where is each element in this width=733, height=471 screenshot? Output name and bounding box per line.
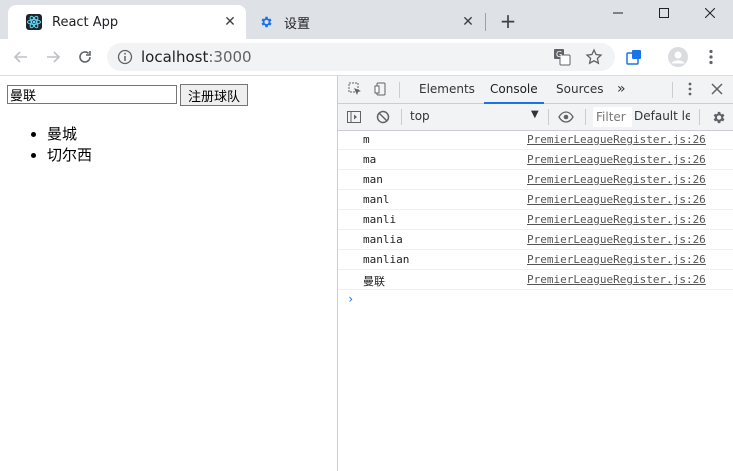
address-bar[interactable]: localhost:3000 G — [107, 43, 615, 71]
log-row: man PremierLeagueRegister.js:26 — [338, 170, 733, 190]
close-window-button[interactable] — [687, 0, 733, 26]
forward-button[interactable] — [42, 46, 64, 68]
toolbar-divider — [585, 109, 586, 125]
new-tab-button[interactable]: + — [497, 10, 519, 32]
more-tabs-button[interactable]: » — [617, 76, 626, 103]
tab-settings[interactable]: 设置 ✕ — [246, 5, 484, 39]
svg-text:G: G — [556, 50, 562, 59]
log-source-link[interactable]: PremierLeagueRegister.js:26 — [527, 153, 706, 166]
log-source-link[interactable]: PremierLeagueRegister.js:26 — [527, 173, 706, 186]
tab-title: 设置 — [284, 16, 311, 32]
log-row: 曼联 PremierLeagueRegister.js:26 — [338, 270, 733, 290]
log-message: manl — [363, 193, 390, 206]
url-host: localhost — [141, 48, 209, 66]
close-icon[interactable]: ✕ — [222, 14, 238, 30]
tab-sources[interactable]: Sources — [556, 76, 603, 103]
tab-elements[interactable]: Elements — [419, 76, 475, 103]
console-toolbar: top ▼ Filter Default lev — [338, 104, 733, 131]
log-message: 曼联 — [363, 275, 385, 288]
toolbar-divider — [401, 109, 402, 125]
tab-react-app[interactable]: React App ✕ — [8, 5, 246, 39]
clear-console-icon[interactable] — [375, 109, 391, 125]
toolbar-divider — [399, 82, 400, 98]
chevron-down-icon[interactable]: ▼ — [531, 109, 539, 120]
log-message: ma — [363, 153, 377, 166]
inspect-element-icon[interactable] — [347, 81, 363, 97]
browser-toolbar: localhost:3000 G — [0, 39, 733, 76]
devtools-tab-bar: Elements Console Sources » — [338, 76, 733, 104]
url-text: localhost:3000 — [141, 48, 252, 66]
tab-strip: React App ✕ 设置 ✕ + — [0, 0, 733, 39]
close-devtools-icon[interactable] — [709, 81, 725, 97]
translate-icon[interactable]: G — [553, 48, 571, 70]
log-row: manlian PremierLeagueRegister.js:26 — [338, 250, 733, 270]
tab-console[interactable]: Console — [484, 76, 544, 104]
tab-divider — [485, 13, 486, 31]
list-item: 曼城 — [47, 124, 92, 145]
log-row: ma PremierLeagueRegister.js:26 — [338, 150, 733, 170]
context-selector[interactable]: top — [410, 109, 430, 123]
register-team-button[interactable]: 注册球队 — [180, 84, 248, 106]
reload-button[interactable] — [74, 46, 96, 68]
team-list: 曼城 切尔西 — [0, 124, 92, 166]
device-toolbar-icon[interactable] — [373, 81, 389, 97]
log-row: manlia PremierLeagueRegister.js:26 — [338, 230, 733, 250]
maximize-button[interactable] — [641, 0, 687, 26]
log-message: manlian — [363, 253, 410, 266]
log-levels-selector[interactable]: Default lev — [634, 109, 690, 123]
log-source-link[interactable]: PremierLeagueRegister.js:26 — [527, 193, 706, 206]
bookmark-star-icon[interactable] — [585, 48, 603, 70]
log-message: manlia — [363, 233, 403, 246]
log-message: m — [363, 133, 370, 146]
log-source-link[interactable]: PremierLeagueRegister.js:26 — [527, 273, 706, 286]
log-source-link[interactable]: PremierLeagueRegister.js:26 — [527, 133, 706, 146]
log-source-link[interactable]: PremierLeagueRegister.js:26 — [527, 233, 706, 246]
log-message: man — [363, 173, 383, 186]
list-item: 切尔西 — [47, 145, 92, 166]
log-source-link[interactable]: PremierLeagueRegister.js:26 — [527, 213, 706, 226]
toolbar-divider — [699, 109, 700, 125]
log-message: manli — [363, 213, 397, 226]
url-port: :3000 — [208, 48, 252, 66]
info-icon[interactable] — [117, 49, 133, 65]
extension-icon[interactable] — [623, 46, 645, 68]
gear-icon — [258, 14, 274, 30]
sidebar-toggle-icon[interactable] — [346, 109, 362, 125]
tab-title: React App — [52, 14, 119, 30]
toolbar-divider — [672, 82, 673, 98]
console-log: m PremierLeagueRegister.js:26 ma PremierLe… — [338, 130, 733, 290]
close-icon[interactable]: ✕ — [460, 14, 476, 30]
log-source-link[interactable]: PremierLeagueRegister.js:26 — [527, 253, 706, 266]
gear-icon[interactable] — [710, 109, 726, 125]
devtools-menu-icon[interactable] — [682, 81, 698, 97]
menu-kebab-icon[interactable] — [700, 46, 722, 68]
log-row: manl PremierLeagueRegister.js:26 — [338, 190, 733, 210]
react-icon — [26, 14, 42, 30]
eye-icon[interactable] — [558, 109, 574, 125]
profile-avatar-icon[interactable] — [667, 46, 689, 68]
toolbar-divider — [548, 109, 549, 125]
minimize-button[interactable] — [595, 0, 641, 26]
devtools-panel: Elements Console Sources » top ▼ Filter … — [337, 76, 733, 471]
filter-input[interactable]: Filter — [593, 107, 632, 127]
log-row: m PremierLeagueRegister.js:26 — [338, 130, 733, 150]
console-prompt[interactable]: › — [347, 292, 354, 306]
team-name-input[interactable] — [7, 85, 177, 104]
back-button[interactable] — [10, 46, 32, 68]
log-row: manli PremierLeagueRegister.js:26 — [338, 210, 733, 230]
page-viewport: 注册球队 曼城 切尔西 — [0, 76, 337, 471]
